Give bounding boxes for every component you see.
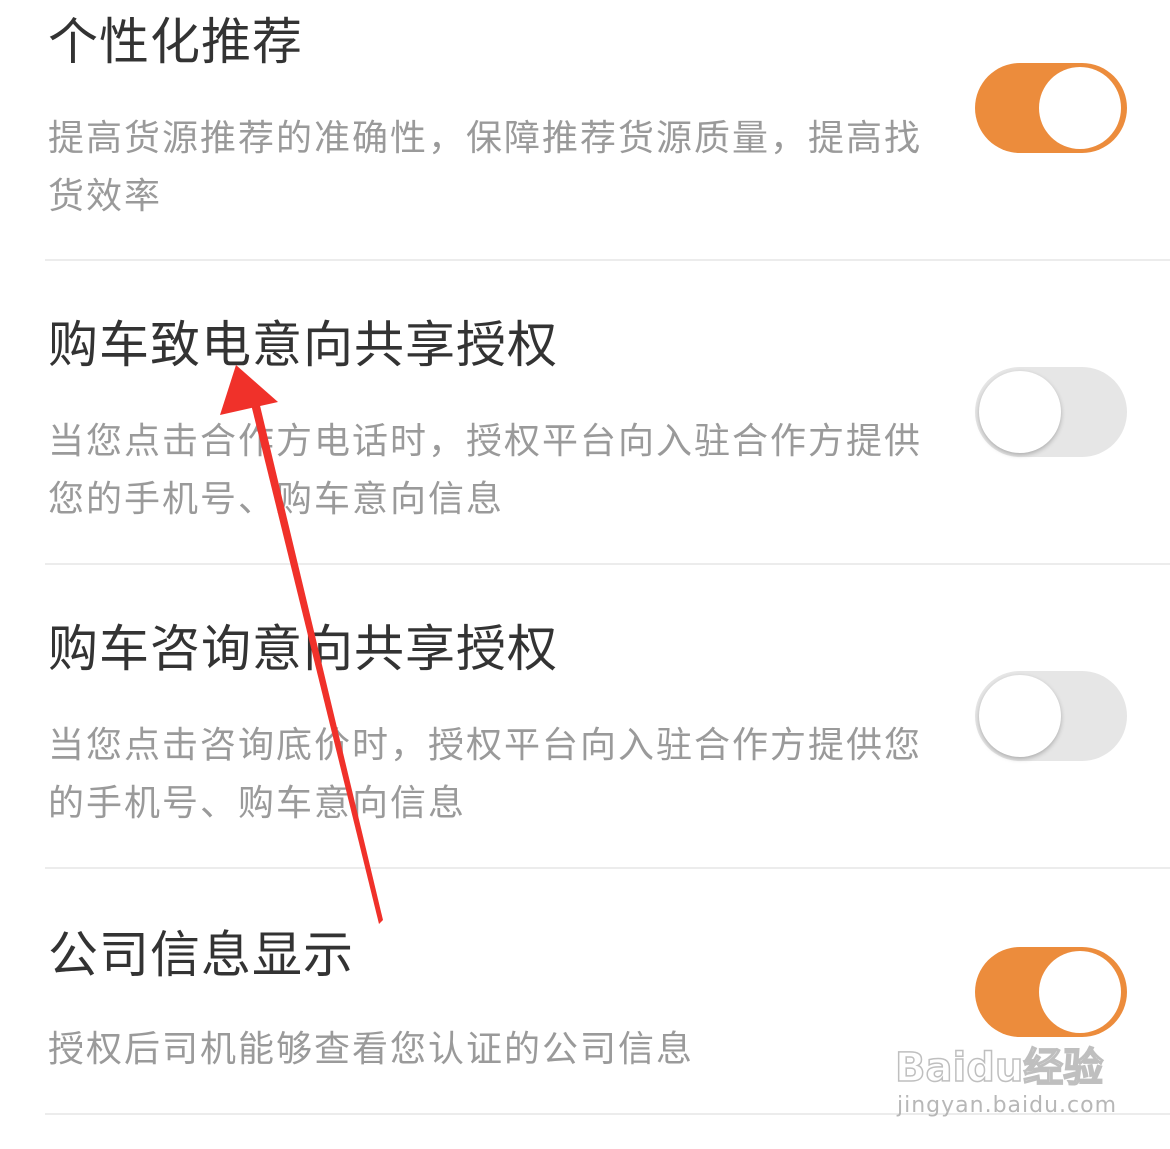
personalized-recommendation-toggle[interactable] (975, 63, 1127, 153)
setting-company-info-display: 公司信息显示 授权后司机能够查看您认证的公司信息 (0, 869, 1170, 1113)
setting-title: 个性化推荐 (48, 13, 303, 71)
toggle-knob (1039, 67, 1121, 149)
setting-description: 当您点击咨询底价时，授权平台向入驻合作方提供您的手机号、购车意向信息 (48, 725, 923, 824)
toggle-knob (979, 675, 1061, 757)
setting-call-intent-sharing: 购车致电意向共享授权 当您点击合作方电话时，授权平台向入驻合作方提供您的手机号、… (0, 261, 1170, 563)
setting-title: 购车咨询意向共享授权 (48, 620, 558, 678)
setting-consult-intent-sharing: 购车咨询意向共享授权 当您点击咨询底价时，授权平台向入驻合作方提供您的手机号、购… (0, 565, 1170, 867)
setting-description: 提高货源推荐的准确性，保障推荐货源质量，提高找货效率 (48, 118, 923, 217)
toggle-knob (979, 371, 1061, 453)
setting-title: 公司信息显示 (48, 926, 354, 984)
call-intent-sharing-toggle[interactable] (975, 367, 1127, 457)
setting-title: 购车致电意向共享授权 (48, 316, 558, 374)
setting-personalized-recommendation: 个性化推荐 提高货源推荐的准确性，保障推荐货源质量，提高找货效率 (0, 0, 1170, 260)
divider (45, 1113, 1170, 1115)
setting-description: 当您点击合作方电话时，授权平台向入驻合作方提供您的手机号、购车意向信息 (48, 421, 923, 520)
consult-intent-sharing-toggle[interactable] (975, 671, 1127, 761)
toggle-knob (1039, 951, 1121, 1033)
setting-description: 授权后司机能够查看您认证的公司信息 (48, 1029, 695, 1070)
company-info-display-toggle[interactable] (975, 947, 1127, 1037)
